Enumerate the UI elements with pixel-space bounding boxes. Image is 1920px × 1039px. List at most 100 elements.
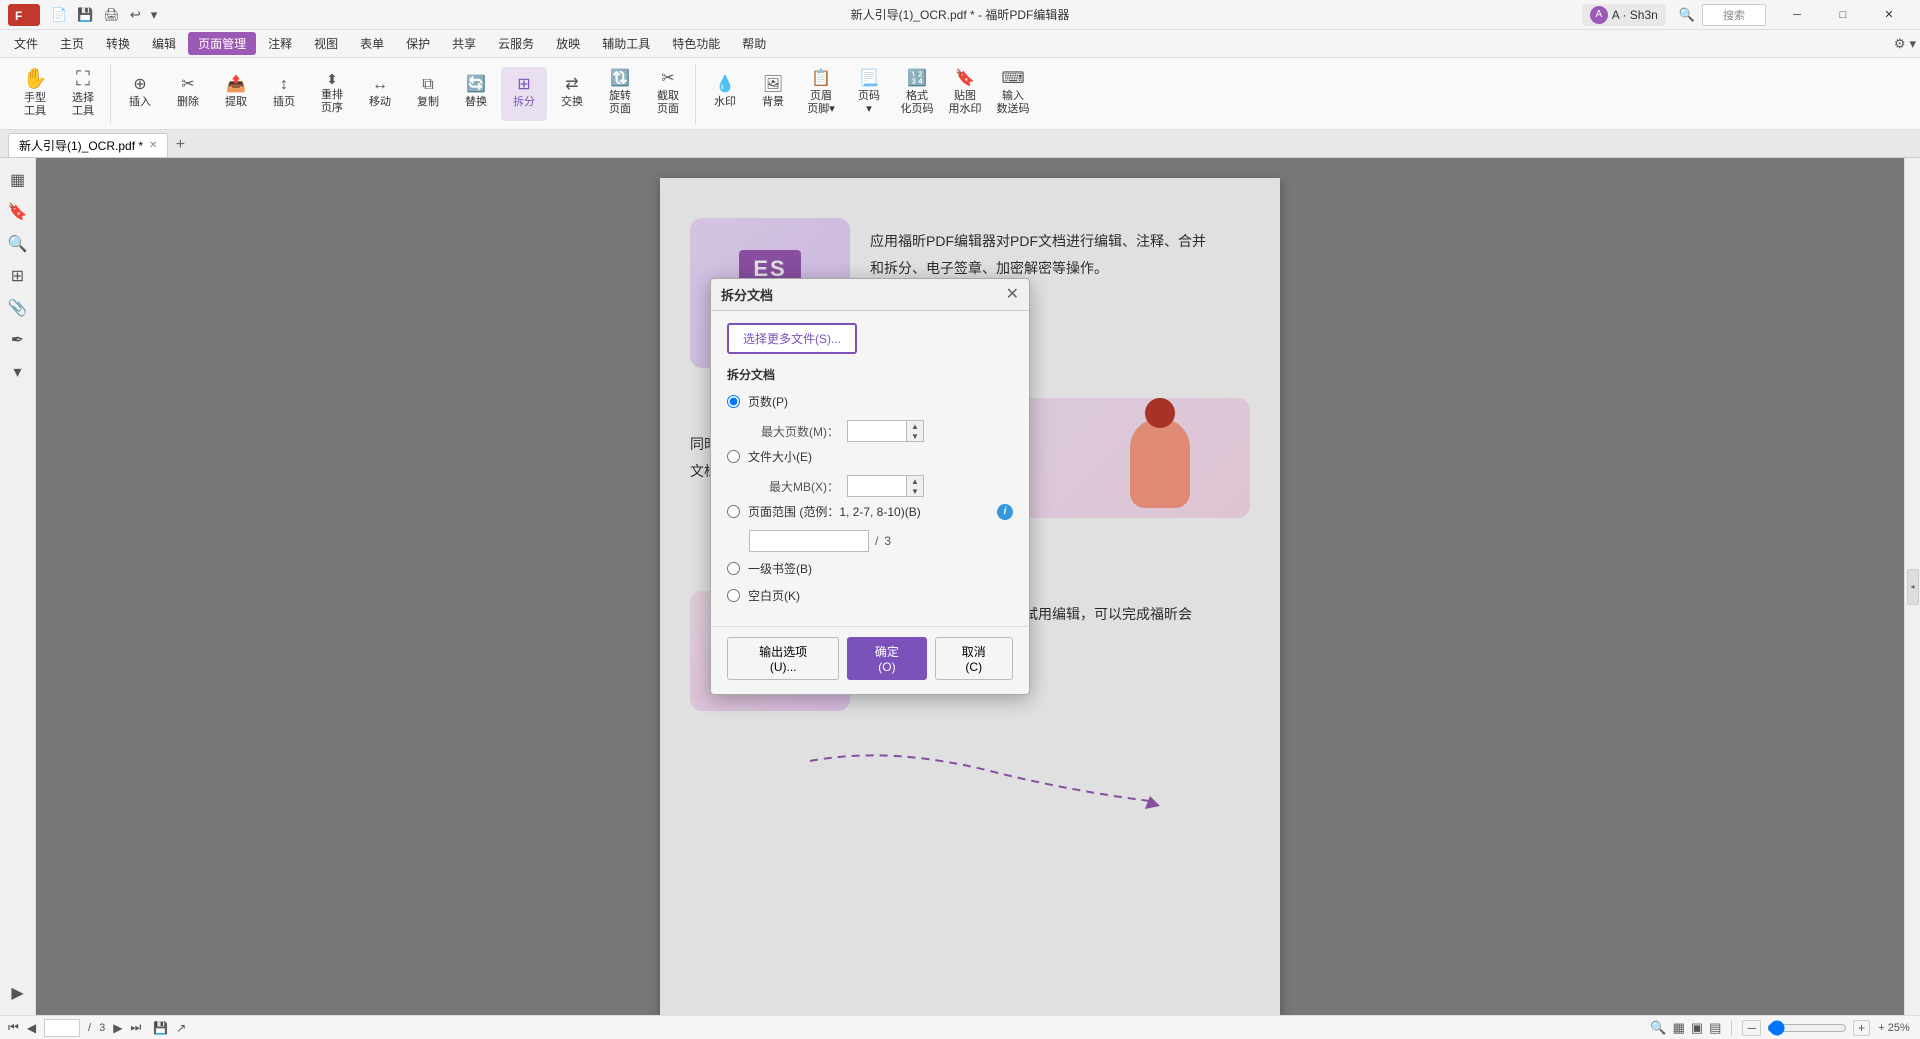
ok-button[interactable]: 确定(O)	[847, 637, 926, 680]
new-icon[interactable]: 📄	[48, 5, 70, 25]
menu-file[interactable]: 文件	[4, 32, 48, 55]
radio-blank-label[interactable]: 空白页(K)	[748, 587, 1013, 604]
replace-button[interactable]: 🔄 替换	[453, 67, 499, 121]
share-icon[interactable]: ↗	[176, 1021, 186, 1035]
select-files-button[interactable]: 选择更多文件(S)...	[727, 323, 857, 354]
input-code-button[interactable]: ⌨ 输入数送码	[990, 67, 1036, 121]
background-button[interactable]: 🖼 背景	[750, 67, 796, 121]
radio-pages-label[interactable]: 页数(P)	[748, 393, 1013, 410]
max-pages-input[interactable]: 1	[847, 420, 907, 442]
radio-filesize-label[interactable]: 文件大小(E)	[748, 448, 1013, 465]
sidebar-more-icon[interactable]: ▾	[4, 358, 32, 386]
menu-edit[interactable]: 编辑	[142, 32, 186, 55]
max-pages-up[interactable]: ▲	[907, 421, 923, 431]
menu-convert[interactable]: 转换	[96, 32, 140, 55]
swap-button[interactable]: ⇄ 交换	[549, 67, 595, 121]
hand-tool-button[interactable]: ✋ 手型工具	[12, 67, 58, 121]
split-button[interactable]: ⊞ 拆分	[501, 67, 547, 121]
max-mb-input[interactable]: 1.00	[847, 475, 907, 497]
reorder-button[interactable]: ⬍ 重排页序	[309, 67, 355, 121]
max-mb-down[interactable]: ▼	[907, 486, 923, 496]
sidebar-thumbnail-icon[interactable]: ▦	[4, 166, 32, 194]
radio-pagerange-label[interactable]: 页面范围 (范例：1, 2-7, 8-10)(B)	[748, 503, 989, 520]
delete-button[interactable]: ✂ 删除	[165, 67, 211, 121]
menu-share[interactable]: 共享	[442, 32, 486, 55]
sidebar-signature-icon[interactable]: ✒	[4, 326, 32, 354]
cancel-button[interactable]: 取消(C)	[935, 637, 1014, 680]
move-button[interactable]: ↔ 移动	[357, 67, 403, 121]
insert-page-button[interactable]: ↕ 插页	[261, 67, 307, 121]
copy-button[interactable]: ⧉ 复制	[405, 67, 451, 121]
maximize-button[interactable]: □	[1820, 3, 1866, 27]
view-mode-icon-4[interactable]: ▤	[1709, 1020, 1721, 1036]
bates-button[interactable]: 🔖 贴图用水印	[942, 67, 988, 121]
radio-pages[interactable]	[727, 395, 740, 408]
page-num-button[interactable]: 📃 页码▾	[846, 67, 892, 121]
zoom-in-button[interactable]: +	[1853, 1020, 1870, 1036]
close-button[interactable]: ✕	[1866, 3, 1912, 27]
format-pagenum-icon: 🔢	[907, 71, 927, 87]
toolbar-expand-icon[interactable]: ▾	[1909, 36, 1916, 52]
nav-last-button[interactable]: ⏭	[130, 1020, 141, 1035]
max-pages-down[interactable]: ▼	[907, 431, 923, 441]
search-icon[interactable]: 🔍	[1674, 5, 1700, 25]
radio-bookmark[interactable]	[727, 562, 740, 575]
user-area[interactable]: A A · Sh3n	[1582, 4, 1666, 26]
toolbar-settings-icon[interactable]: ⚙	[1894, 36, 1906, 52]
select-tool-button[interactable]: ⛶ 选择工具	[60, 67, 106, 121]
radio-filesize[interactable]	[727, 450, 740, 463]
search-input-area[interactable]: 搜索	[1702, 4, 1766, 26]
rotate-button[interactable]: 🔃 旋转页面	[597, 67, 643, 121]
view-mode-icon-2[interactable]: ▦	[1673, 1020, 1685, 1036]
menu-slideshow[interactable]: 放映	[546, 32, 590, 55]
insert-button[interactable]: ⊕ 插入	[117, 67, 163, 121]
header-footer-button[interactable]: 📋 页眉页脚▾	[798, 67, 844, 121]
undo-icon[interactable]: ↩	[127, 5, 144, 25]
view-mode-icon-1[interactable]: 🔍	[1650, 1020, 1666, 1036]
zoom-slider[interactable]	[1767, 1021, 1847, 1035]
menu-home[interactable]: 主页	[50, 32, 94, 55]
print-icon[interactable]: 🖨	[100, 5, 123, 25]
menu-special[interactable]: 特色功能	[662, 32, 730, 55]
crop-button[interactable]: ✂ 截取页面	[645, 67, 691, 121]
radio-bookmark-label[interactable]: 一级书签(B)	[748, 560, 1013, 577]
radio-blank[interactable]	[727, 589, 740, 602]
max-mb-spinner: 1.00 ▲ ▼	[847, 475, 924, 497]
sidebar-search-icon[interactable]: 🔍	[4, 230, 32, 258]
format-pagenum-button[interactable]: 🔢 格式化页码	[894, 67, 940, 121]
sidebar-bookmark-icon[interactable]: 🔖	[4, 198, 32, 226]
zoom-out-button[interactable]: ─	[1742, 1020, 1761, 1036]
menu-assist[interactable]: 辅助工具	[592, 32, 660, 55]
range-input[interactable]	[749, 530, 869, 552]
menu-help[interactable]: 帮助	[732, 32, 776, 55]
max-mb-up[interactable]: ▲	[907, 476, 923, 486]
menu-view[interactable]: 视图	[304, 32, 348, 55]
sidebar-attachment-icon[interactable]: 📎	[4, 294, 32, 322]
info-icon[interactable]: i	[997, 504, 1013, 520]
menu-cloud[interactable]: 云服务	[488, 32, 544, 55]
watermark-button[interactable]: 💧 水印	[702, 67, 748, 121]
tab-pdf[interactable]: 新人引导(1)_OCR.pdf * ✕	[8, 133, 168, 157]
menu-page-manage[interactable]: 页面管理	[188, 32, 256, 55]
radio-pagerange[interactable]	[727, 505, 740, 518]
new-tab-button[interactable]: +	[168, 133, 192, 157]
right-panel-toggle[interactable]: ◂	[1907, 569, 1919, 605]
minimize-button[interactable]: ─	[1774, 3, 1820, 27]
output-options-button[interactable]: 输出选项(U)...	[727, 637, 839, 680]
menu-protect[interactable]: 保护	[396, 32, 440, 55]
view-mode-icon-3[interactable]: ▣	[1691, 1020, 1703, 1036]
nav-next-button[interactable]: ▶	[113, 1021, 122, 1035]
sidebar-expand-icon[interactable]: ▶	[4, 979, 32, 1007]
save-to-device-icon[interactable]: 💾	[153, 1021, 168, 1035]
dialog-close-button[interactable]: ✕	[1006, 287, 1019, 303]
nav-first-button[interactable]: ⏮	[8, 1020, 19, 1035]
save-icon[interactable]: 💾	[74, 5, 96, 25]
sidebar-layers-icon[interactable]: ⊞	[4, 262, 32, 290]
nav-prev-button[interactable]: ◀	[27, 1021, 36, 1035]
customize-icon[interactable]: ▾	[148, 5, 161, 25]
page-number-input[interactable]: 2	[44, 1019, 80, 1037]
menu-comment[interactable]: 注释	[258, 32, 302, 55]
extract-button[interactable]: 📤 提取	[213, 67, 259, 121]
menu-form[interactable]: 表单	[350, 32, 394, 55]
tab-close-icon[interactable]: ✕	[149, 140, 157, 151]
